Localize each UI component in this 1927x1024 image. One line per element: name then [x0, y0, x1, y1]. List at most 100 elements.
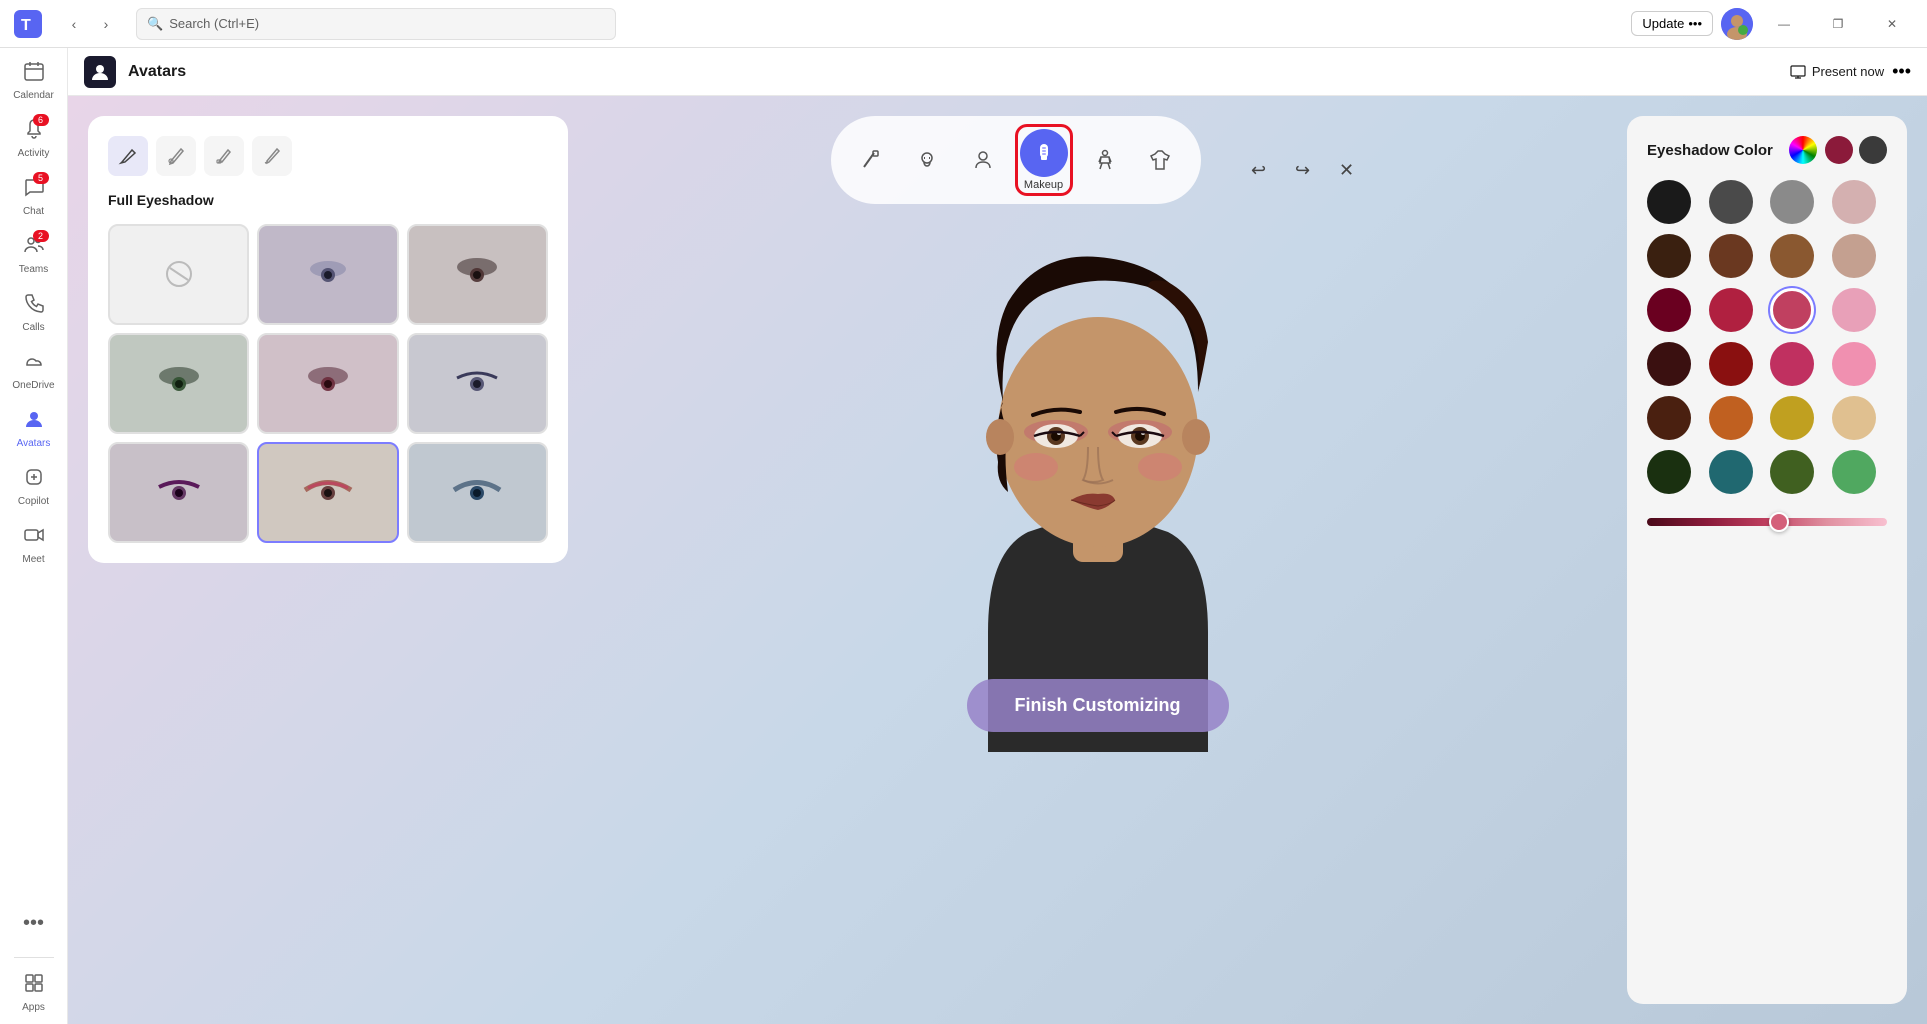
color-swatch-23[interactable]	[1832, 450, 1876, 494]
color-swatch-15[interactable]	[1832, 342, 1876, 386]
close-button[interactable]: ✕	[1869, 8, 1915, 40]
toolbar-btn-face[interactable]	[847, 136, 895, 184]
avatar-center: Makeup	[588, 96, 1607, 1024]
color-swatch-17[interactable]	[1709, 396, 1753, 440]
redo-button[interactable]: ↪	[1285, 152, 1321, 188]
color-swatch-3[interactable]	[1832, 180, 1876, 224]
sidebar-item-copilot[interactable]: Copilot	[6, 458, 62, 514]
app-header-icon	[84, 56, 116, 88]
nav-buttons: ‹ ›	[60, 10, 120, 38]
color-swatch-0[interactable]	[1647, 180, 1691, 224]
color-swatch-7[interactable]	[1832, 234, 1876, 278]
brush-tool-3[interactable]	[204, 136, 244, 176]
color-swatch-12[interactable]	[1647, 342, 1691, 386]
color-swatch-9[interactable]	[1709, 288, 1753, 332]
color-wheel-icon[interactable]	[1789, 136, 1817, 164]
nav-back[interactable]: ‹	[60, 10, 88, 38]
user-avatar[interactable]	[1721, 8, 1753, 40]
meet-icon	[23, 524, 45, 552]
app-more-button[interactable]: •••	[1892, 61, 1911, 82]
eyeshadow-opt6[interactable]	[108, 442, 249, 543]
editor-close-button[interactable]: ✕	[1329, 152, 1365, 188]
update-button[interactable]: Update •••	[1631, 11, 1713, 36]
eyeshadow-opt5[interactable]	[407, 333, 548, 434]
avatars-icon	[23, 408, 45, 436]
sidebar-onedrive-label: OneDrive	[12, 380, 54, 391]
eyeshadow-opt3[interactable]	[108, 333, 249, 434]
eyeshadow-color-title: Eyeshadow Color	[1647, 142, 1773, 159]
toolbar-btn-clothes[interactable]	[1137, 136, 1185, 184]
color-swatch-2[interactable]	[1770, 180, 1814, 224]
present-now-button[interactable]: Present now	[1790, 64, 1884, 80]
maximize-button[interactable]: ❐	[1815, 8, 1861, 40]
sidebar-item-onedrive[interactable]: OneDrive	[6, 342, 62, 398]
sidebar-item-calendar[interactable]: Calendar	[6, 52, 62, 108]
color-swatch-1[interactable]	[1709, 180, 1753, 224]
right-panel: Eyeshadow Color	[1607, 96, 1927, 1024]
color-swatch-13[interactable]	[1709, 342, 1753, 386]
color-swatch-22[interactable]	[1770, 450, 1814, 494]
sidebar-item-apps[interactable]: Apps	[6, 964, 62, 1020]
color-swatch-11[interactable]	[1832, 288, 1876, 332]
eyeshadow-opt1[interactable]	[257, 224, 398, 325]
sidebar-item-chat[interactable]: 5 Chat	[6, 168, 62, 224]
brush-tool-2[interactable]	[156, 136, 196, 176]
color-swatch-18[interactable]	[1770, 396, 1814, 440]
eyeshadow-opt2[interactable]	[407, 224, 548, 325]
sidebar-item-more[interactable]: •••	[6, 895, 62, 951]
selected-color-2[interactable]	[1859, 136, 1887, 164]
calendar-icon	[23, 60, 45, 88]
sidebar-item-calls[interactable]: Calls	[6, 284, 62, 340]
selected-color-1[interactable]	[1825, 136, 1853, 164]
selected-colors	[1825, 136, 1887, 164]
toolbar-makeup-label: Makeup	[1024, 179, 1063, 191]
color-swatch-20[interactable]	[1647, 450, 1691, 494]
toolbar-btn-head[interactable]	[903, 136, 951, 184]
eyeshadow-opt4[interactable]	[257, 333, 398, 434]
search-bar[interactable]: 🔍 Search (Ctrl+E)	[136, 8, 616, 40]
toolbar-btn-face2[interactable]	[959, 136, 1007, 184]
onedrive-icon	[23, 350, 45, 378]
color-swatch-14[interactable]	[1770, 342, 1814, 386]
sidebar-teams-label: Teams	[19, 264, 48, 275]
toolbar-btn-body[interactable]	[1081, 136, 1129, 184]
avatar-editor: Full Eyeshadow	[68, 96, 1927, 1024]
brush-tool-1[interactable]	[108, 136, 148, 176]
app-header: Avatars Present now •••	[68, 48, 1927, 96]
undo-button[interactable]: ↩	[1241, 152, 1277, 188]
nav-forward[interactable]: ›	[92, 10, 120, 38]
color-grid-scroll[interactable]	[1647, 180, 1887, 494]
slider-thumb[interactable]	[1769, 512, 1789, 532]
eyeshadow-none[interactable]	[108, 224, 249, 325]
sidebar-activity-label: Activity	[18, 148, 50, 159]
sidebar-calendar-label: Calendar	[13, 90, 54, 101]
color-swatch-19[interactable]	[1832, 396, 1876, 440]
titlebar: T ‹ › 🔍 Search (Ctrl+E) Update ••• — ❐ ✕	[0, 0, 1927, 48]
eyeshadow-opt8[interactable]	[407, 442, 548, 543]
update-dots: •••	[1688, 16, 1702, 31]
brush-tool-4[interactable]	[252, 136, 292, 176]
color-swatch-21[interactable]	[1709, 450, 1753, 494]
color-slider[interactable]	[1647, 518, 1887, 526]
teams-badge: 2	[33, 230, 49, 242]
color-swatch-16[interactable]	[1647, 396, 1691, 440]
eyeshadow-grid	[108, 224, 548, 543]
teams-logo: T	[12, 8, 44, 40]
sidebar-item-teams[interactable]: 2 Teams	[6, 226, 62, 282]
color-swatch-4[interactable]	[1647, 234, 1691, 278]
color-swatch-10[interactable]	[1770, 288, 1814, 332]
color-swatch-5[interactable]	[1709, 234, 1753, 278]
toolbar-btn-makeup[interactable]	[1020, 129, 1068, 177]
finish-customizing-button[interactable]: Finish Customizing	[967, 679, 1229, 732]
app-header-actions: Present now •••	[1790, 61, 1911, 82]
minimize-button[interactable]: —	[1761, 8, 1807, 40]
color-swatch-6[interactable]	[1770, 234, 1814, 278]
avatar-display: Finish Customizing	[888, 232, 1308, 752]
sidebar-item-meet[interactable]: Meet	[6, 516, 62, 572]
color-panel: Eyeshadow Color	[1627, 116, 1907, 1004]
eyeshadow-opt7[interactable]	[257, 442, 398, 543]
color-swatch-8[interactable]	[1647, 288, 1691, 332]
sidebar-apps-label: Apps	[22, 1002, 45, 1013]
sidebar-item-activity[interactable]: 6 Activity	[6, 110, 62, 166]
sidebar-item-avatars[interactable]: Avatars	[6, 400, 62, 456]
